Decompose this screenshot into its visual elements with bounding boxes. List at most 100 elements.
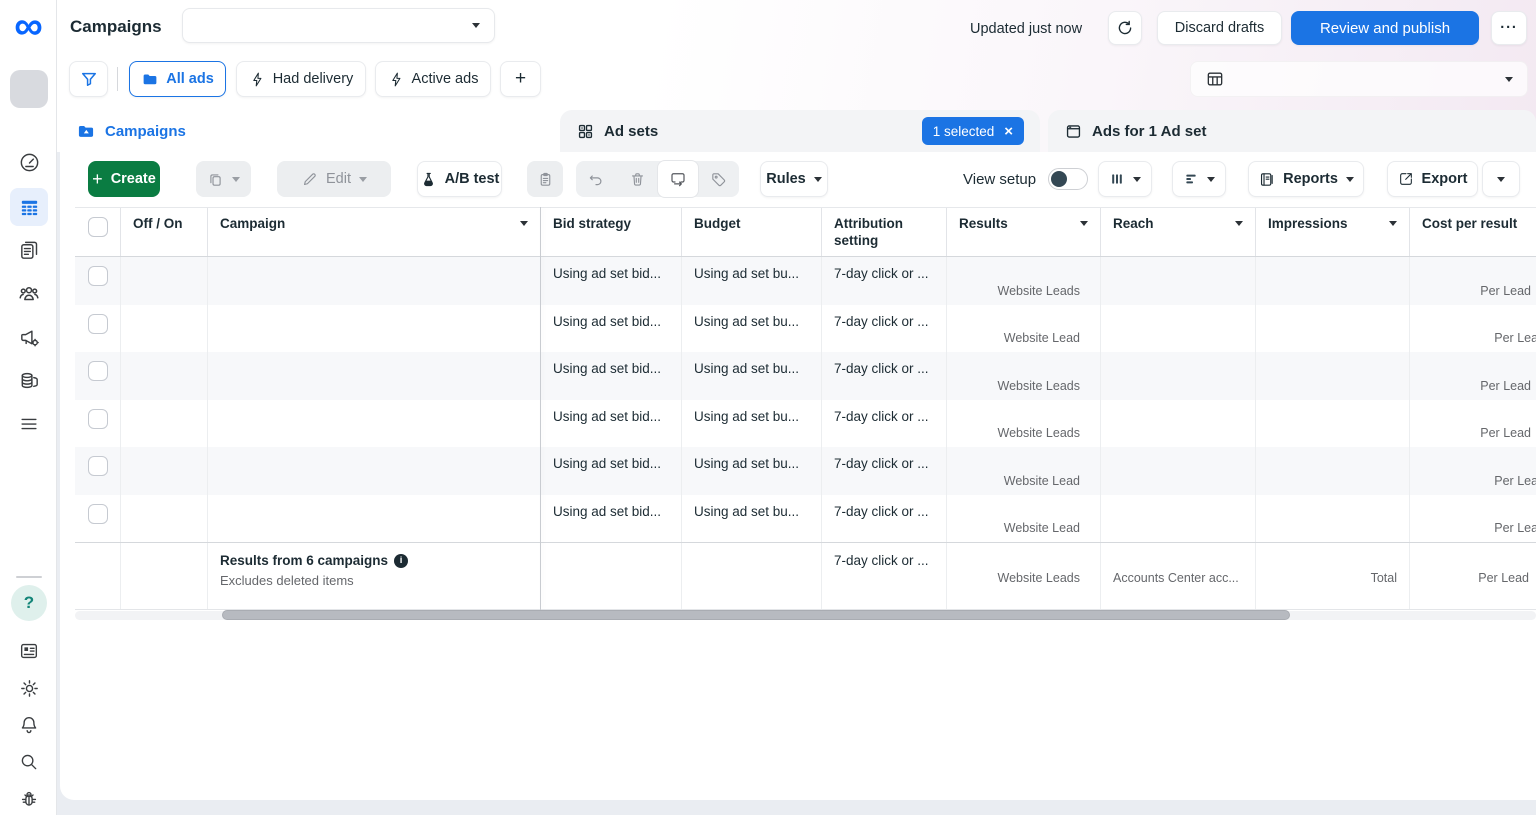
col-budget[interactable]: Budget xyxy=(681,208,821,256)
col-impressions[interactable]: Impressions xyxy=(1255,208,1409,256)
nav-all-tools[interactable] xyxy=(10,405,48,443)
more-options-button[interactable]: ··· xyxy=(1491,11,1527,45)
export-options-button[interactable] xyxy=(1482,161,1520,197)
rules-button[interactable]: Rules xyxy=(760,161,828,197)
campaign-name-cell xyxy=(207,495,540,543)
clipboard-button[interactable] xyxy=(527,161,563,197)
info-icon[interactable]: i xyxy=(394,554,408,568)
row-actions-group xyxy=(576,161,739,197)
col-reach[interactable]: Reach xyxy=(1100,208,1255,256)
col-results[interactable]: Results xyxy=(946,208,1100,256)
row-checkbox[interactable] xyxy=(88,409,108,429)
folder-icon xyxy=(141,70,159,88)
content-card: + Create Edit A/B test xyxy=(60,152,1536,800)
summary-title: Results from 6 campaigns i xyxy=(220,553,528,568)
bell-icon xyxy=(18,714,40,736)
reports-button[interactable]: Reports xyxy=(1248,161,1364,197)
results-cell: Website Leads xyxy=(946,400,1100,448)
discard-drafts-button[interactable]: Discard drafts xyxy=(1157,11,1282,45)
row-checkbox[interactable] xyxy=(88,361,108,381)
horizontal-scrollbar-thumb[interactable] xyxy=(222,610,1290,620)
help-button[interactable]: ? xyxy=(11,585,47,621)
tab-ad-sets[interactable]: Ad sets 1 selected × xyxy=(560,110,1040,152)
filter-chip-all-ads[interactable]: All ads xyxy=(129,61,226,97)
chevron-down-icon xyxy=(1505,77,1513,82)
col-off-on[interactable]: Off / On xyxy=(120,208,207,256)
table-header-row: Off / On Campaign Bid strategy Budget At… xyxy=(75,207,1536,257)
columns-button[interactable] xyxy=(1098,161,1152,197)
create-button[interactable]: + Create xyxy=(88,161,160,197)
reach-cell xyxy=(1100,305,1255,353)
col-attribution[interactable]: Attribution setting xyxy=(821,208,946,256)
duplicate-icon xyxy=(207,171,224,188)
chevron-down-icon xyxy=(1346,177,1354,182)
breakdown-button[interactable] xyxy=(1172,161,1226,197)
filters-button[interactable] xyxy=(69,61,108,97)
delete-button[interactable] xyxy=(617,161,658,197)
nav-audiences[interactable] xyxy=(10,274,48,312)
refresh-button[interactable] xyxy=(1108,11,1142,45)
review-publish-button[interactable]: Review and publish xyxy=(1291,11,1479,45)
ads-window-icon xyxy=(1064,122,1083,141)
pencil-icon xyxy=(301,171,318,188)
nav-account-overview[interactable] xyxy=(10,143,48,181)
nav-campaigns[interactable] xyxy=(10,188,48,226)
tab-campaigns[interactable]: Campaigns xyxy=(60,110,548,152)
export-icon xyxy=(1398,171,1414,187)
budget-cell: Using ad set bu... xyxy=(681,305,821,353)
summary-impressions-label: Total xyxy=(1256,571,1409,585)
select-all-checkbox[interactable] xyxy=(88,217,108,237)
tags-button[interactable] xyxy=(698,161,739,197)
campaigns-folder-icon xyxy=(76,121,96,141)
menu-icon xyxy=(18,413,40,435)
filter-chip-active-ads[interactable]: Active ads xyxy=(375,61,491,97)
megaphone-gear-icon xyxy=(18,326,41,349)
selected-count-badge[interactable]: 1 selected × xyxy=(922,117,1024,145)
impressions-cell xyxy=(1255,400,1409,448)
campaign-name-cell xyxy=(207,400,540,448)
add-filter-tab-button[interactable]: + xyxy=(500,61,541,97)
column-preset-dropdown[interactable] xyxy=(1190,61,1528,97)
off-on-cell xyxy=(120,400,207,448)
close-icon[interactable]: × xyxy=(1004,123,1013,140)
nav-settings[interactable] xyxy=(10,669,48,707)
flask-icon xyxy=(420,171,437,188)
attribution-cell: 7-day click or ... xyxy=(821,257,946,305)
chevron-down-icon xyxy=(814,177,822,182)
row-checkbox[interactable] xyxy=(88,456,108,476)
col-bid-strategy[interactable]: Bid strategy xyxy=(540,208,681,256)
nav-report-bug[interactable] xyxy=(10,780,48,815)
view-setup-toggle[interactable] xyxy=(1048,168,1088,190)
meta-logo[interactable]: ∞ xyxy=(0,4,57,48)
col-campaign[interactable]: Campaign xyxy=(207,208,540,256)
export-button[interactable]: Export xyxy=(1387,161,1478,197)
nav-ads-reporting[interactable] xyxy=(10,231,48,269)
chevron-down-icon xyxy=(520,221,528,226)
duplicate-button[interactable] xyxy=(196,161,251,197)
chevron-down-icon xyxy=(359,177,367,182)
ab-test-button[interactable]: A/B test xyxy=(417,161,502,197)
cost-cell: Per Lead xyxy=(1409,495,1536,543)
import-export-button[interactable] xyxy=(658,161,699,197)
tab-ads[interactable]: Ads for 1 Ad set xyxy=(1048,110,1536,152)
nav-ads-settings[interactable] xyxy=(10,318,48,356)
undo-button[interactable] xyxy=(576,161,617,197)
nav-search[interactable] xyxy=(10,743,48,781)
campaign-name-cell xyxy=(207,352,540,400)
filter-chip-had-delivery[interactable]: Had delivery xyxy=(236,61,366,97)
nav-notifications[interactable] xyxy=(10,706,48,744)
campaign-selector-dropdown[interactable] xyxy=(182,8,495,43)
account-avatar[interactable] xyxy=(10,70,48,108)
chevron-down-icon xyxy=(472,23,480,28)
table-row: Using ad set bid... Using ad set bu... 7… xyxy=(75,305,1536,353)
nav-updates[interactable] xyxy=(10,632,48,670)
row-checkbox[interactable] xyxy=(88,504,108,524)
row-checkbox[interactable] xyxy=(88,266,108,286)
summary-reach-label: Accounts Center acc... xyxy=(1101,571,1255,585)
row-checkbox[interactable] xyxy=(88,314,108,334)
chevron-down-icon xyxy=(1207,177,1215,182)
nav-billing[interactable] xyxy=(10,361,48,399)
edit-button[interactable]: Edit xyxy=(277,161,391,197)
results-cell: Website Leads xyxy=(946,352,1100,400)
col-cost-per-result[interactable]: Cost per result xyxy=(1409,208,1536,256)
